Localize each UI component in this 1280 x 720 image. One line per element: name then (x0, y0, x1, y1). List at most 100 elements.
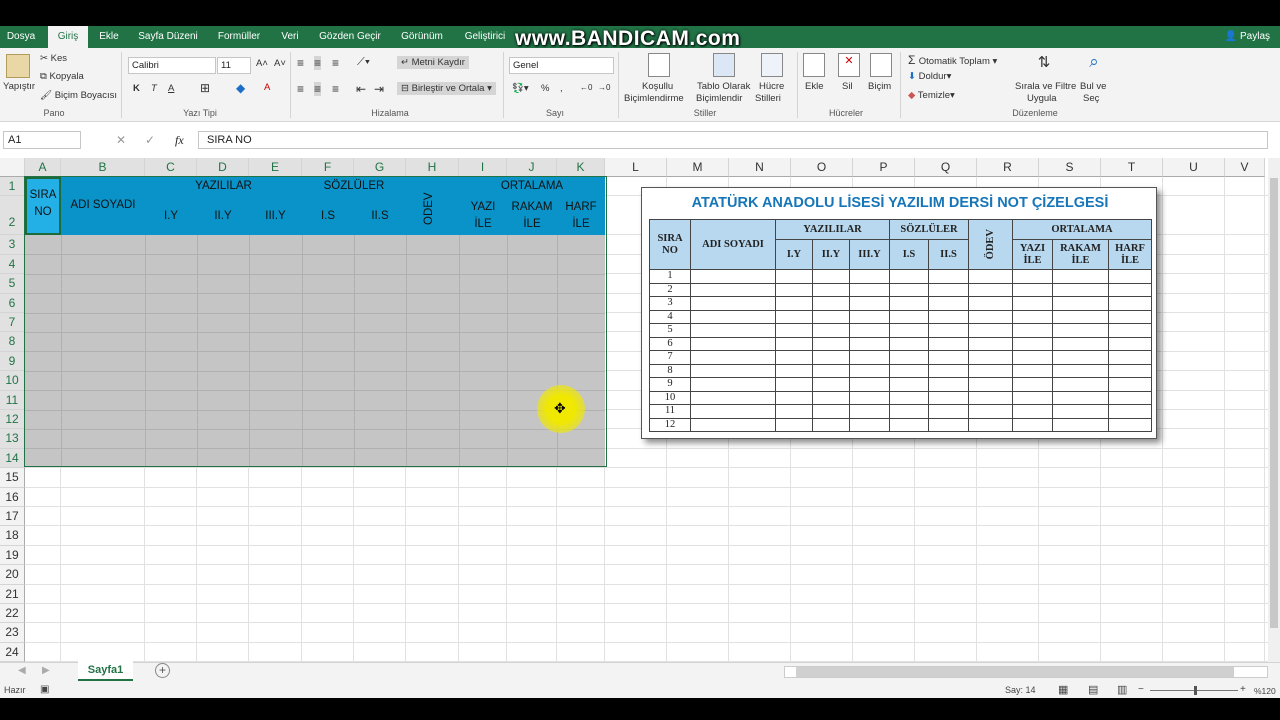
conditional-formatting-label1[interactable]: Koşullu (642, 81, 673, 92)
cell-rakam-ile[interactable]: RAKAM İLE (507, 199, 557, 233)
cell-odev[interactable]: ÖDEV (421, 192, 445, 226)
row-header-17[interactable]: 17 (0, 507, 25, 527)
zoom-slider-thumb[interactable] (1194, 686, 1197, 695)
fill-button[interactable]: ⬇ Doldur▾ (908, 71, 951, 82)
cell-yazililar[interactable]: YAZILILAR (145, 178, 302, 195)
sheet-tab-sayfa1[interactable]: Sayfa1 (78, 661, 133, 681)
column-header-n[interactable]: N (729, 158, 791, 177)
formula-input[interactable]: SIRA NO (198, 131, 1268, 149)
row-header-7[interactable]: 7 (0, 313, 25, 333)
cell-styles-label2[interactable]: Stilleri (755, 93, 781, 104)
row-header-6[interactable]: 6 (0, 293, 25, 313)
merge-center-button[interactable]: ⊟ Birleştir ve Ortala ▾ (397, 82, 496, 95)
row-header-18[interactable]: 18 (0, 526, 25, 546)
column-header-j[interactable]: J (507, 158, 557, 177)
insert-function-icon[interactable]: fx (175, 133, 184, 148)
cell-iy[interactable]: I.Y (145, 208, 197, 225)
font-color-icon[interactable]: A (264, 82, 270, 93)
shrink-font-icon[interactable]: A˅ (274, 58, 286, 69)
sort-filter-icon[interactable]: ⇅ (1032, 53, 1056, 77)
row-header-8[interactable]: 8 (0, 332, 25, 352)
cell-ortalama[interactable]: ORTALAMA (459, 178, 605, 195)
format-button[interactable]: Biçim (868, 81, 891, 92)
align-middle-icon[interactable]: ≡ (314, 56, 322, 70)
column-header-b[interactable]: B (61, 158, 145, 177)
column-header-r[interactable]: R (977, 158, 1039, 177)
cell-is[interactable]: I.S (302, 208, 354, 225)
sort-filter-label2[interactable]: Uygula (1027, 93, 1057, 104)
row-header-12[interactable]: 12 (0, 410, 25, 430)
column-header-l[interactable]: L (605, 158, 667, 177)
column-header-p[interactable]: P (853, 158, 915, 177)
row-header-16[interactable]: 16 (0, 487, 25, 507)
format-as-table-icon[interactable] (713, 53, 735, 77)
copy-button[interactable]: ⧉ Kopyala (40, 71, 84, 82)
zoom-in-icon[interactable]: + (1240, 684, 1246, 695)
orientation-icon[interactable]: ⟋▾ (357, 56, 370, 69)
row-header-4[interactable]: 4 (0, 254, 25, 275)
indent-increase-icon[interactable]: ⇥ (374, 82, 384, 96)
conditional-formatting-label2[interactable]: Biçimlendirme (624, 93, 684, 104)
delete-cells-icon[interactable]: ✕ (838, 53, 860, 77)
percent-icon[interactable]: % (541, 83, 549, 94)
column-header-a[interactable]: A (25, 158, 61, 177)
tab-page-layout[interactable]: Sayfa Düzeni (132, 26, 204, 48)
row-header-11[interactable]: 11 (0, 390, 25, 410)
row-header-9[interactable]: 9 (0, 351, 25, 372)
cell-styles-icon[interactable] (761, 53, 783, 77)
underline-button[interactable]: A (168, 83, 174, 94)
align-bottom-icon[interactable]: ≡ (332, 56, 339, 70)
clear-button[interactable]: ◆ Temizle▾ (908, 90, 955, 101)
column-header-o[interactable]: O (791, 158, 853, 177)
font-size-select[interactable]: 11 (217, 57, 251, 74)
cancel-icon[interactable]: ✕ (116, 133, 126, 147)
tab-formulas[interactable]: Formüller (210, 26, 268, 48)
format-as-table-label1[interactable]: Tablo Olarak (697, 81, 750, 92)
grow-font-icon[interactable]: A˄ (256, 58, 268, 69)
increase-decimal-icon[interactable]: ←0 (580, 83, 592, 92)
enter-icon[interactable]: ✓ (145, 133, 155, 147)
align-center-icon[interactable]: ≡ (314, 82, 322, 96)
tab-data[interactable]: Veri (274, 26, 306, 48)
column-header-d[interactable]: D (197, 158, 249, 177)
cell-sira-no[interactable]: SIRA NO (25, 187, 61, 221)
row-header-13[interactable]: 13 (0, 429, 25, 449)
page-layout-view-icon[interactable]: ▤ (1088, 683, 1098, 696)
next-sheet-icon[interactable]: ▶ (42, 665, 50, 676)
find-icon[interactable]: ⌕ (1082, 52, 1106, 78)
row-header-1[interactable]: 1 (0, 177, 25, 197)
column-header-k[interactable]: K (557, 158, 605, 177)
column-header-t[interactable]: T (1101, 158, 1163, 177)
tab-developer[interactable]: Geliştirici (458, 26, 512, 48)
macro-record-icon[interactable]: ▣ (40, 684, 49, 695)
font-name-select[interactable]: Calibri (128, 57, 216, 74)
row-header-21[interactable]: 21 (0, 584, 25, 604)
share-button[interactable]: 👤 Paylaş (1225, 26, 1270, 48)
tab-home[interactable]: Giriş (48, 26, 88, 48)
sort-filter-label1[interactable]: Sırala ve Filtre (1015, 81, 1076, 92)
column-header-u[interactable]: U (1163, 158, 1225, 177)
align-left-icon[interactable]: ≡ (297, 82, 304, 96)
fill-color-icon[interactable]: ◆ (236, 81, 245, 95)
page-break-view-icon[interactable]: ▥ (1117, 683, 1127, 696)
name-box[interactable]: A1 (3, 131, 81, 149)
row-header-20[interactable]: 20 (0, 565, 25, 585)
find-select-label2[interactable]: Seç (1083, 93, 1099, 104)
conditional-formatting-icon[interactable] (648, 53, 670, 77)
row-header-3[interactable]: 3 (0, 235, 25, 255)
delete-button[interactable]: Sil (842, 81, 853, 92)
comma-icon[interactable]: , (560, 83, 563, 94)
row-header-15[interactable]: 15 (0, 468, 25, 488)
decrease-decimal-icon[interactable]: →0 (598, 83, 610, 92)
format-painter-button[interactable]: 🖌 Biçim Boyacısı (40, 90, 117, 101)
tab-file[interactable]: Dosya (0, 26, 42, 48)
tab-view[interactable]: Görünüm (394, 26, 450, 48)
prev-sheet-icon[interactable]: ◀ (18, 665, 26, 676)
column-header-i[interactable]: I (459, 158, 507, 177)
indent-decrease-icon[interactable]: ⇤ (356, 82, 366, 96)
column-header-m[interactable]: M (667, 158, 729, 177)
row-header-5[interactable]: 5 (0, 274, 25, 294)
horizontal-scrollbar-thumb[interactable] (796, 667, 1234, 677)
align-right-icon[interactable]: ≡ (332, 82, 339, 96)
add-sheet-icon[interactable]: + (155, 663, 170, 678)
